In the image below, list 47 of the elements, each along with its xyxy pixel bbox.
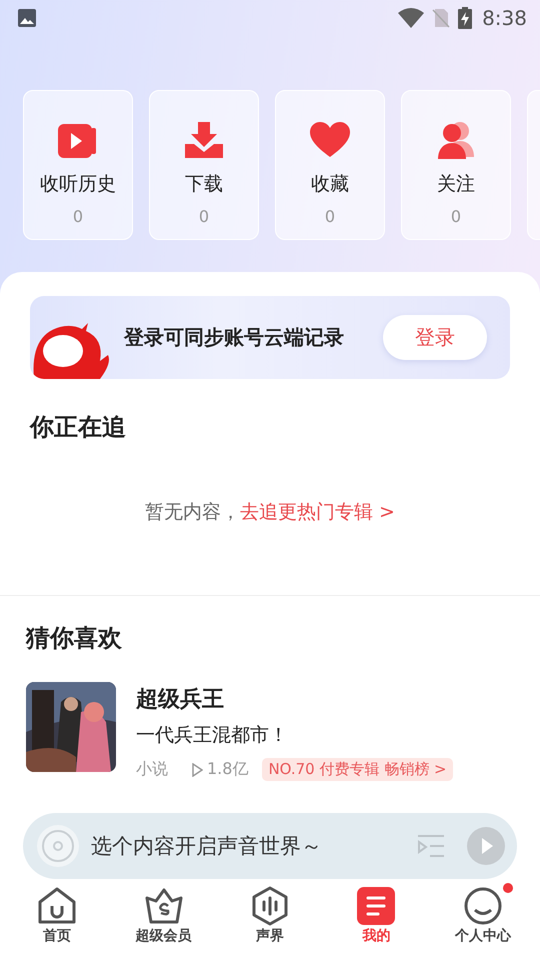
album-category: 小说: [136, 759, 168, 780]
album-title[interactable]: 超级兵王: [136, 684, 453, 714]
nav-tab[interactable]: 首页: [7, 885, 108, 945]
stat-count: 0: [450, 207, 462, 226]
mini-player[interactable]: 选个内容开启声音世界～: [23, 813, 517, 879]
empty-message: 暂无内容，去追更热门专辑 >: [145, 501, 395, 523]
stat-card[interactable]: 收藏 0: [275, 90, 385, 240]
stat-label: 下载: [185, 172, 223, 197]
stat-count: 0: [72, 207, 84, 226]
hot-albums-link[interactable]: 去追更热门专辑 >: [240, 501, 395, 523]
house-icon: [37, 887, 78, 925]
login-prompt: 登录可同步账号云端记录: [124, 324, 345, 351]
download-icon: [184, 120, 224, 160]
person-icon: [462, 886, 503, 926]
people-icon: [436, 121, 476, 159]
stat-count: 0: [324, 207, 336, 226]
disc-icon: [37, 825, 79, 867]
login-button[interactable]: 登录: [383, 315, 487, 360]
nav-tab[interactable]: 我的: [326, 885, 426, 945]
heart-icon: [310, 122, 350, 158]
album-subtitle: 一代兵王混都市！: [136, 723, 289, 748]
nav-tab[interactable]: 个人中心: [432, 885, 533, 945]
note-icon: [356, 886, 396, 926]
nav-tab[interactable]: 超级会员: [114, 885, 214, 945]
nav-tab[interactable]: 声界: [220, 885, 320, 945]
stat-label: 收听历史: [40, 172, 116, 197]
play-video-icon: [58, 122, 98, 158]
image-icon: [17, 8, 37, 28]
stat-label: 关注: [437, 172, 475, 197]
stat-card[interactable]: 下载 0: [149, 90, 259, 240]
player-prompt: 选个内容开启声音世界～: [91, 833, 323, 860]
section-title: 你正在追: [30, 412, 127, 443]
stat-card[interactable]: 关注 0: [401, 90, 511, 240]
crown-icon: [144, 887, 184, 925]
play-count-icon: [192, 762, 203, 776]
no-sim-icon: [432, 8, 450, 28]
play-button[interactable]: [467, 827, 505, 865]
clock-time: 8:38: [482, 6, 527, 30]
section-title: 猜你喜欢: [26, 623, 123, 654]
battery-charging-icon: [458, 7, 472, 29]
stat-label: 收藏: [311, 172, 349, 197]
stat-card[interactable]: 收听历史 0: [23, 90, 133, 240]
stat-count: 0: [198, 207, 210, 226]
playlist-icon[interactable]: [417, 835, 445, 857]
sound-wave-icon: [250, 886, 290, 926]
wifi-icon: [398, 8, 424, 28]
play-count: 1.8亿: [207, 759, 248, 780]
